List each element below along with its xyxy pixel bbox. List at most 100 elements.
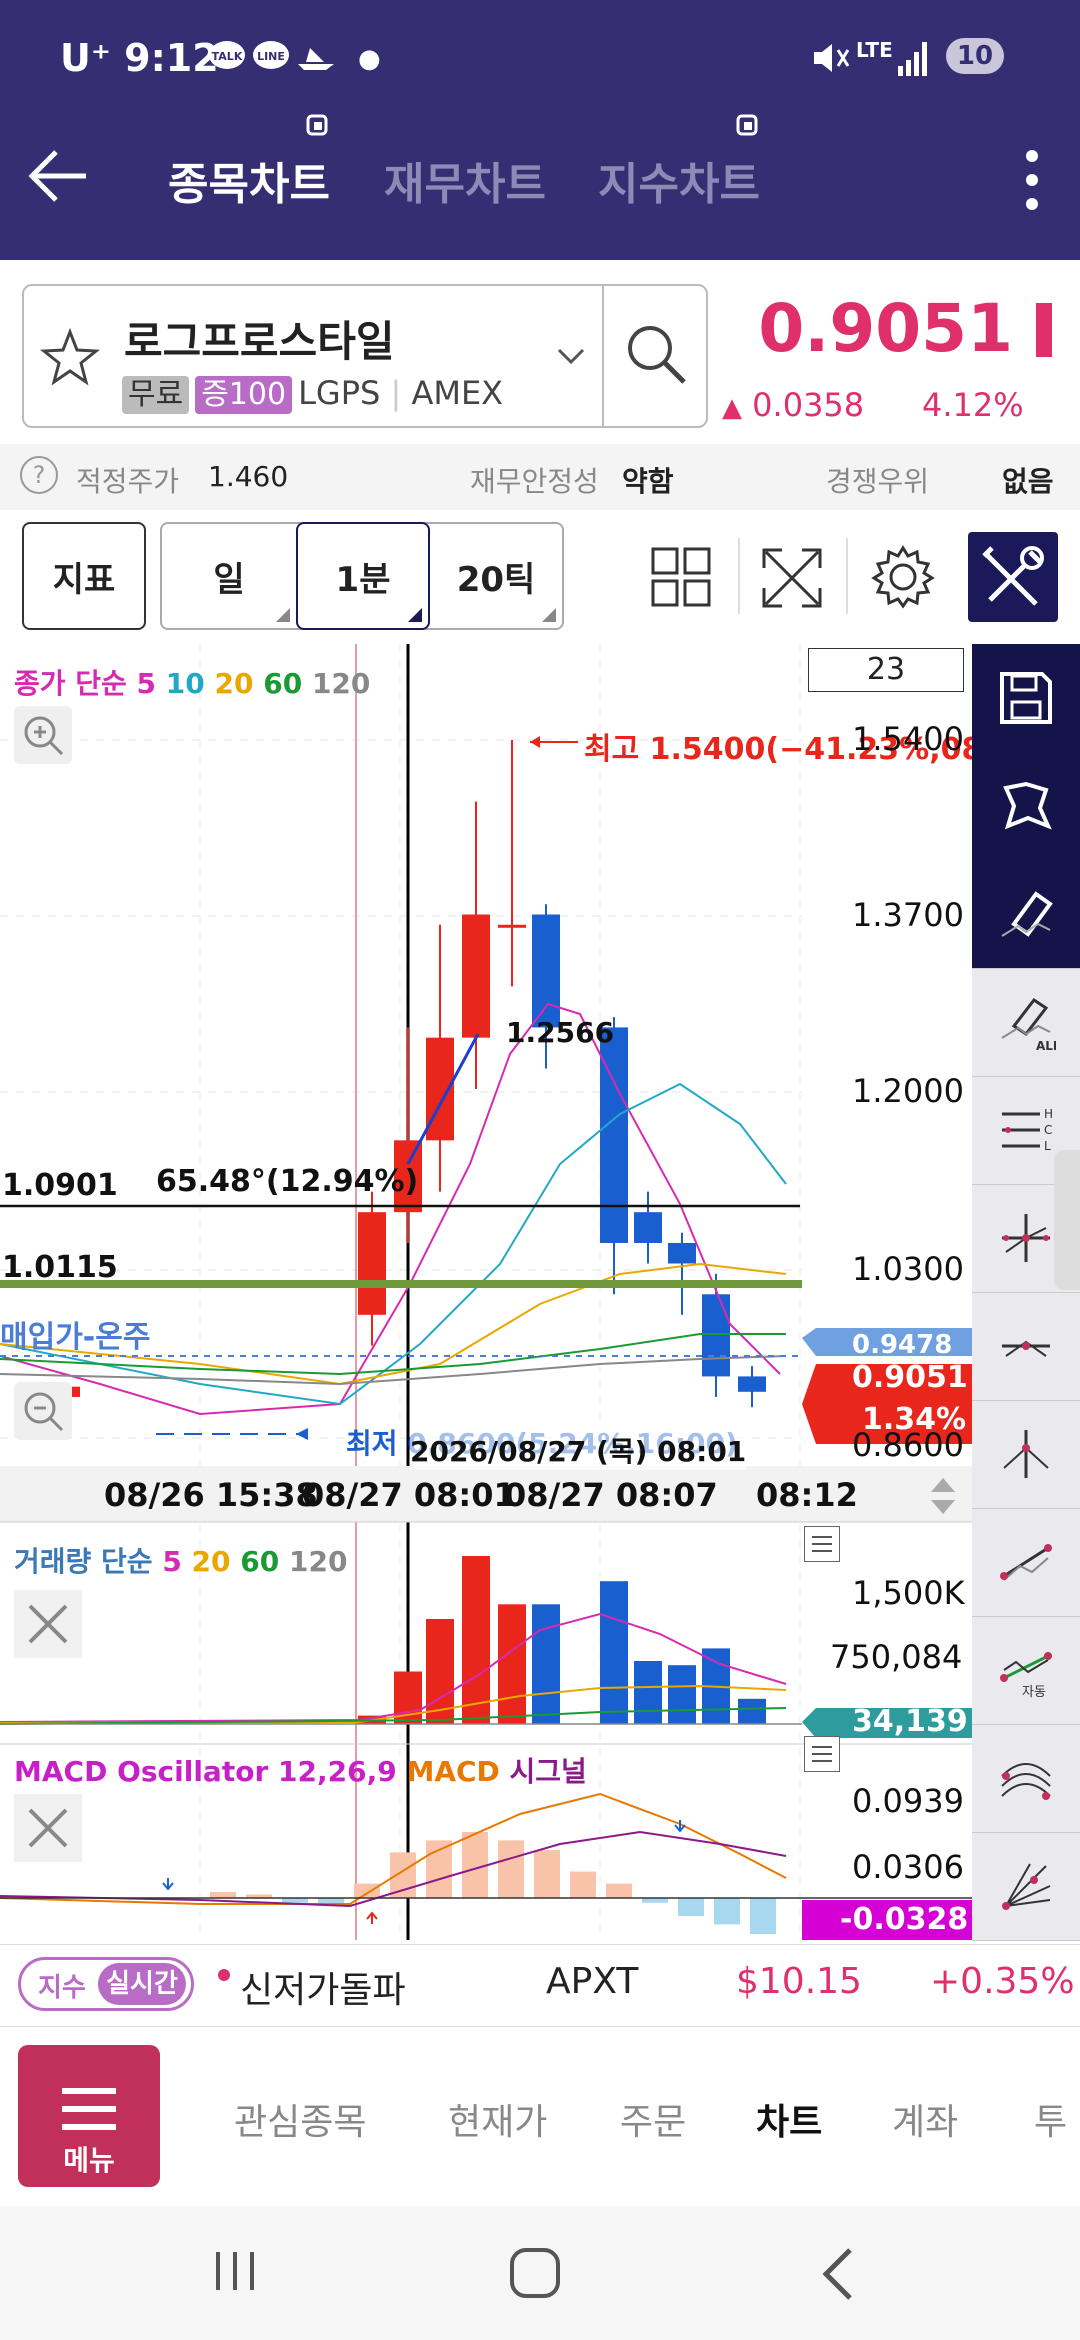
drawing-tools-button[interactable] xyxy=(968,532,1058,622)
copy-icon xyxy=(734,112,762,144)
eraser-all-icon[interactable]: ALL xyxy=(972,968,1080,1077)
chevron-down-icon[interactable] xyxy=(556,346,586,370)
auto-trend-tool-icon[interactable]: 자동 xyxy=(972,1616,1080,1725)
chart-area[interactable]: 종가 단순 5 10 20 60 120 23 최고 1.5400(−41.23… xyxy=(0,644,994,1940)
volume-close-icon[interactable] xyxy=(14,1590,82,1658)
menu-label: 메뉴 xyxy=(63,2144,115,2177)
arc-tool-icon[interactable] xyxy=(972,1724,1080,1833)
macd-bar xyxy=(714,1898,740,1925)
ticker-change: +0.35% xyxy=(930,1961,1075,2002)
svg-text:ALL: ALL xyxy=(1036,1039,1056,1052)
nav-account[interactable]: 계좌 xyxy=(892,2093,958,2145)
fair-price-value: 1.460 xyxy=(208,460,289,493)
valuation-bar: ? 적정주가 1.460 재무안정성 약함 경쟁우위 없음 xyxy=(0,444,1080,510)
macd-bar xyxy=(354,1883,380,1898)
candle-body xyxy=(600,1027,628,1243)
more-vertical-icon[interactable] xyxy=(1022,148,1042,216)
grid-layout-icon[interactable] xyxy=(650,546,712,612)
home-icon[interactable] xyxy=(508,2246,564,2306)
competitive-value: 없음 xyxy=(1002,465,1054,498)
candle-body xyxy=(358,1212,386,1315)
side-drawer-handle[interactable] xyxy=(1054,1150,1080,1290)
candle-body xyxy=(634,1212,662,1243)
svg-text:LINE: LINE xyxy=(257,50,285,63)
price-change-pct: 4.12% xyxy=(922,386,1024,424)
zoom-out-icon[interactable] xyxy=(14,1382,72,1440)
vertical-line-tool-icon[interactable] xyxy=(972,1400,1080,1509)
copy-icon xyxy=(304,112,332,144)
zoom-level-box[interactable]: 23 xyxy=(808,648,964,692)
trend-line-tool-icon[interactable] xyxy=(972,1508,1080,1617)
stock-name: 로그프로스타일 xyxy=(124,317,395,366)
fair-price-label: 적정주가 xyxy=(76,465,180,498)
volume-bar xyxy=(532,1604,560,1724)
back-arrow-icon[interactable] xyxy=(26,146,90,210)
time-axis-label: 08:12 xyxy=(756,1476,858,1514)
svg-text:H: H xyxy=(1044,1107,1053,1121)
tab-stock-chart[interactable]: 종목차트 xyxy=(168,148,330,212)
indicator-button[interactable]: 지표 xyxy=(22,522,146,630)
stock-selector[interactable]: 로그프로스타일 무료 증100 LGPS | AMEX xyxy=(22,284,708,428)
svg-text:자동: 자동 xyxy=(1022,1685,1046,1700)
svg-text:C: C xyxy=(1044,1123,1052,1137)
period-day-button[interactable]: 일 xyxy=(162,524,296,628)
volume-axis-label: 750,084 xyxy=(830,1638,963,1676)
nav-chart[interactable]: 차트 xyxy=(756,2093,822,2145)
volume-menu-icon[interactable] xyxy=(804,1526,840,1562)
volume-bar xyxy=(634,1661,662,1724)
price-tag-pct: 1.34% xyxy=(862,1402,967,1437)
settings-gear-icon[interactable] xyxy=(870,544,936,614)
zoom-in-icon[interactable] xyxy=(14,706,72,764)
ticker-price: $10.15 xyxy=(736,1961,862,2002)
back-icon[interactable] xyxy=(818,2246,858,2306)
volume-bar xyxy=(498,1604,526,1724)
eraser-icon[interactable] xyxy=(972,860,1080,969)
nav-invest[interactable]: 투 xyxy=(1034,2093,1067,2145)
help-icon[interactable]: ? xyxy=(20,456,58,494)
sort-arrows-icon[interactable] xyxy=(928,1474,958,1522)
macd-bar xyxy=(750,1898,776,1934)
annotation-value: 1.2566 xyxy=(506,1016,615,1049)
macd-bar xyxy=(210,1892,236,1898)
macd-bar xyxy=(534,1850,560,1898)
tag-free: 무료 xyxy=(122,376,190,414)
candle-body xyxy=(498,924,526,928)
candle-body xyxy=(738,1376,766,1392)
nav-current-price[interactable]: 현재가 xyxy=(448,2093,547,2145)
ticker-tag-realtime: 실시간 xyxy=(98,1963,186,2005)
lte-icon: LTE xyxy=(856,38,893,62)
fullscreen-icon[interactable] xyxy=(760,546,824,614)
ticker-news: 신저가돌파 xyxy=(240,1970,406,2011)
volume-bar xyxy=(668,1665,696,1724)
news-ticker[interactable]: 지수 실시간 신저가돌파 APXT $10.15 +0.35% xyxy=(0,1944,1080,2025)
crosshair-price-label: 1.0901 xyxy=(2,1168,118,1203)
support-price-label: 1.0115 xyxy=(2,1250,118,1285)
candle-body xyxy=(668,1242,696,1264)
menu-button[interactable]: 메뉴 xyxy=(18,2045,160,2187)
price-axis-label: 1.3700 xyxy=(852,896,964,934)
nav-order[interactable]: 주문 xyxy=(620,2093,686,2145)
signal-icon xyxy=(896,38,932,82)
macd-bar xyxy=(498,1840,524,1898)
tab-financial-chart[interactable]: 재무차트 xyxy=(384,148,546,212)
recent-apps-icon[interactable] xyxy=(210,2246,260,2300)
search-icon[interactable] xyxy=(624,322,690,392)
system-nav xyxy=(0,2206,1080,2340)
current-price: 0.9051 xyxy=(758,290,1052,367)
crosshair-date-label: 2026/08/27 (목) 08:01 xyxy=(410,1430,747,1470)
drawing-toolbar: ALL HCL 자동 xyxy=(972,644,1080,1941)
nav-watchlist[interactable]: 관심종목 xyxy=(234,2093,366,2145)
period-tick-button[interactable]: 20틱 xyxy=(430,524,562,628)
candle-body xyxy=(462,914,490,1038)
pin-icon[interactable] xyxy=(972,752,1080,861)
horizontal-line-tool-icon[interactable] xyxy=(972,1292,1080,1401)
macd-close-icon[interactable] xyxy=(14,1794,82,1862)
macd-menu-icon[interactable] xyxy=(804,1736,840,1772)
period-minute-button[interactable]: 1분 xyxy=(296,522,430,630)
tab-index-chart[interactable]: 지수차트 xyxy=(598,148,760,212)
bottom-nav: 메뉴 관심종목 현재가 주문 차트 계좌 투 xyxy=(0,2026,1080,2207)
mute-icon xyxy=(810,38,850,82)
fan-tool-icon[interactable] xyxy=(972,1832,1080,1941)
save-icon[interactable] xyxy=(972,644,1080,753)
star-icon[interactable] xyxy=(39,327,101,390)
